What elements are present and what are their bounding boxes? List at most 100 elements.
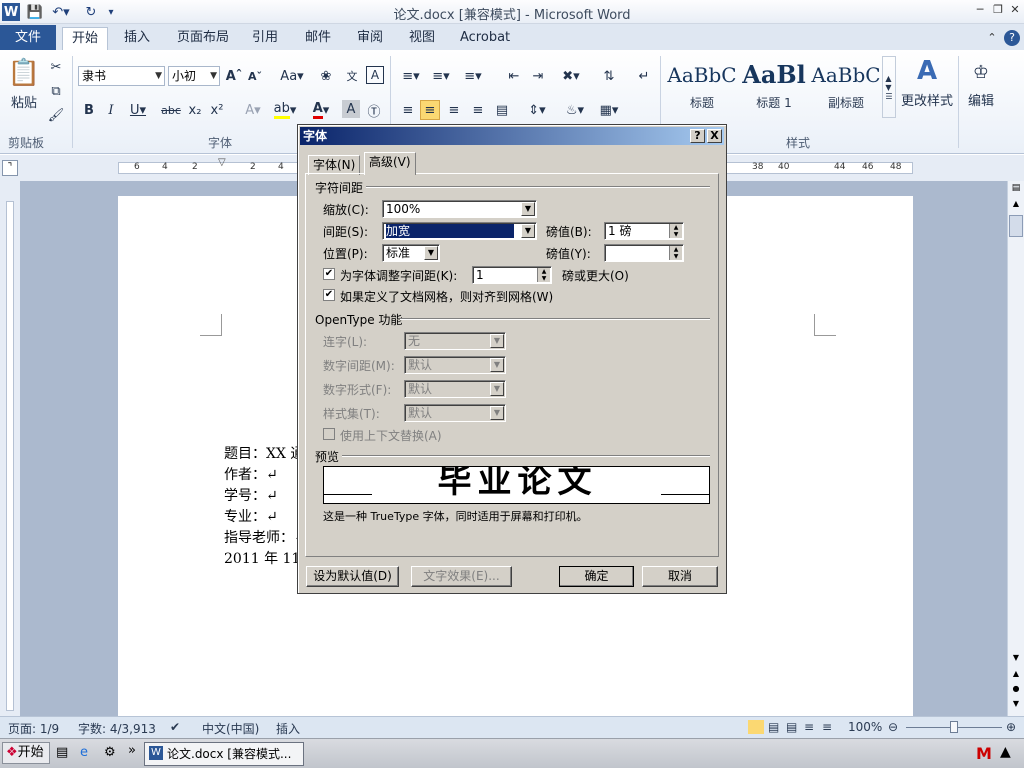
- clear-format-icon[interactable]: ❀: [316, 66, 336, 86]
- tab-file[interactable]: 文件: [0, 25, 56, 50]
- cut-icon[interactable]: ✂: [46, 58, 66, 76]
- line-spacing-icon[interactable]: ⇕▾: [524, 100, 550, 120]
- spinner-icon[interactable]: ▲ ▼: [669, 246, 682, 260]
- full-screen-reading-icon[interactable]: ▤: [768, 720, 779, 734]
- chevron-down-icon[interactable]: ▼: [490, 334, 504, 348]
- help-icon[interactable]: ?: [1004, 30, 1020, 46]
- num-spacing-select[interactable]: 默认 ▼: [404, 356, 506, 374]
- tab-view[interactable]: 视图: [400, 27, 444, 50]
- spinner-icon[interactable]: ▲ ▼: [537, 268, 550, 282]
- grow-font-icon[interactable]: Aˆ: [224, 66, 244, 86]
- tab-references[interactable]: 引用: [243, 27, 287, 50]
- collapse-ribbon-icon[interactable]: ⌃: [984, 30, 1000, 46]
- enclose-char-icon[interactable]: Ⓣ: [364, 100, 384, 120]
- styles-scroll-icon[interactable]: ▲ ▼ ☰: [882, 56, 896, 118]
- align-right-icon[interactable]: ≡: [444, 100, 464, 120]
- quicklaunch-icon[interactable]: ⚙: [104, 745, 120, 761]
- shrink-font-icon[interactable]: Aˇ: [245, 66, 265, 86]
- change-case-icon[interactable]: Aa▾: [278, 66, 306, 86]
- stylistic-sets-select[interactable]: 默认 ▼: [404, 404, 506, 422]
- bullets-icon[interactable]: ≡▾: [398, 66, 424, 86]
- close-icon[interactable]: ✕: [1007, 2, 1023, 18]
- sort-icon[interactable]: ⇅: [598, 66, 620, 86]
- set-default-button[interactable]: 设为默认值(D): [306, 566, 399, 587]
- format-painter-icon[interactable]: 🖌: [46, 106, 66, 124]
- grid-checkbox[interactable]: ✔: [323, 289, 335, 301]
- restore-icon[interactable]: ❐: [990, 2, 1006, 18]
- font-color-icon[interactable]: A ▾: [306, 100, 336, 120]
- num-forms-select[interactable]: 默认 ▼: [404, 380, 506, 398]
- close-button[interactable]: X: [707, 129, 722, 143]
- chevron-down-icon[interactable]: ▼: [490, 382, 504, 396]
- align-left-icon[interactable]: ≡: [398, 100, 418, 120]
- text-effects-button[interactable]: 文字效果(E)...: [411, 566, 512, 587]
- highlight-icon[interactable]: ab ▾: [270, 100, 300, 120]
- tab-advanced[interactable]: 高级(V): [364, 152, 416, 175]
- spacing-by-input[interactable]: 1 磅 ▲ ▼: [604, 222, 684, 240]
- char-shading-icon[interactable]: A: [342, 100, 360, 118]
- cancel-button[interactable]: 取消: [642, 566, 718, 587]
- language-indicator[interactable]: 中文(中国): [202, 720, 259, 737]
- prev-page-icon[interactable]: ▲: [1009, 669, 1023, 683]
- vertical-ruler[interactable]: [0, 181, 20, 716]
- borders-icon[interactable]: ▦▾: [594, 100, 624, 120]
- spacing-select[interactable]: 加宽 ▼: [382, 222, 537, 240]
- style-heading-1[interactable]: AaBl 标题 1: [738, 56, 810, 118]
- bold-icon[interactable]: B: [80, 100, 98, 120]
- print-layout-icon[interactable]: [748, 720, 764, 734]
- show-marks-icon[interactable]: ↵: [634, 66, 654, 86]
- chinese-layout-icon[interactable]: ✖▾: [558, 66, 584, 86]
- paste-icon[interactable]: 📋: [8, 56, 40, 90]
- strikethrough-icon[interactable]: abc: [160, 100, 182, 120]
- vertical-scrollbar[interactable]: ▤ ▲ ▼ ▲ ● ▼: [1007, 181, 1024, 716]
- superscript-icon[interactable]: x²: [207, 100, 227, 120]
- kerning-input[interactable]: 1 ▲ ▼: [472, 266, 552, 284]
- zoom-level[interactable]: 100%: [848, 720, 882, 734]
- taskbar-word-item[interactable]: W 论文.docx [兼容模式...: [144, 742, 304, 766]
- page-count[interactable]: 页面: 1/9: [8, 720, 59, 737]
- paste-button[interactable]: 粘贴: [8, 92, 40, 111]
- distributed-icon[interactable]: ▤: [492, 100, 512, 120]
- ok-button[interactable]: 确定: [559, 566, 634, 587]
- position-select[interactable]: 标准 ▼: [382, 244, 440, 262]
- doc-line-advisor[interactable]: 指导老师：↵: [224, 527, 306, 547]
- decrease-indent-icon[interactable]: ⇤: [504, 66, 524, 86]
- chevron-down-icon[interactable]: ▼: [521, 224, 535, 238]
- position-by-input[interactable]: ▲ ▼: [604, 244, 684, 262]
- increase-indent-icon[interactable]: ⇥: [528, 66, 548, 86]
- next-page-icon[interactable]: ▼: [1009, 699, 1023, 713]
- scroll-thumb[interactable]: [1009, 215, 1023, 237]
- browse-object-icon[interactable]: ●: [1009, 684, 1023, 698]
- tab-review[interactable]: 审阅: [348, 27, 392, 50]
- chevron-down-icon[interactable]: ▼: [521, 202, 535, 216]
- proofing-icon[interactable]: ✔: [170, 720, 180, 734]
- text-effects-icon[interactable]: A▾: [240, 100, 266, 120]
- change-styles-icon[interactable]: A: [904, 56, 950, 86]
- find-icon[interactable]: ♔: [966, 58, 996, 86]
- doc-line-student-id[interactable]: 学号：↵: [224, 485, 278, 505]
- help-button[interactable]: ?: [690, 129, 705, 143]
- ligatures-select[interactable]: 无 ▼: [404, 332, 506, 350]
- more-icon[interactable]: »: [128, 743, 140, 759]
- tab-mailings[interactable]: 邮件: [296, 27, 340, 50]
- phonetic-guide-icon[interactable]: 文: [342, 66, 362, 86]
- tab-acrobat[interactable]: Acrobat: [451, 27, 519, 50]
- indent-marker-icon[interactable]: ▽: [218, 157, 226, 168]
- scale-select[interactable]: 100% ▼: [382, 200, 537, 218]
- word-count[interactable]: 字数: 4/3,913: [78, 720, 156, 737]
- spinner-icon[interactable]: ▲ ▼: [669, 224, 682, 238]
- kerning-checkbox[interactable]: ✔: [323, 268, 335, 280]
- tab-selector-icon[interactable]: ⌝: [2, 160, 18, 176]
- show-desktop-icon[interactable]: ▤: [56, 745, 72, 761]
- doc-line-title[interactable]: 题目：XX 通: [224, 443, 304, 463]
- multilevel-list-icon[interactable]: ≡▾: [458, 66, 488, 86]
- subscript-icon[interactable]: x₂: [185, 100, 205, 120]
- underline-icon[interactable]: U▾: [124, 100, 152, 120]
- outline-icon[interactable]: ≡: [804, 720, 814, 734]
- align-center-icon[interactable]: ≡: [420, 100, 440, 120]
- zoom-in-icon[interactable]: ⊕: [1006, 720, 1016, 734]
- dialog-title-bar[interactable]: 字体 ? X: [300, 127, 724, 145]
- italic-icon[interactable]: I: [102, 100, 120, 120]
- start-button[interactable]: ❖开始: [2, 742, 50, 764]
- font-size-combo[interactable]: 小初 ▼: [168, 66, 220, 86]
